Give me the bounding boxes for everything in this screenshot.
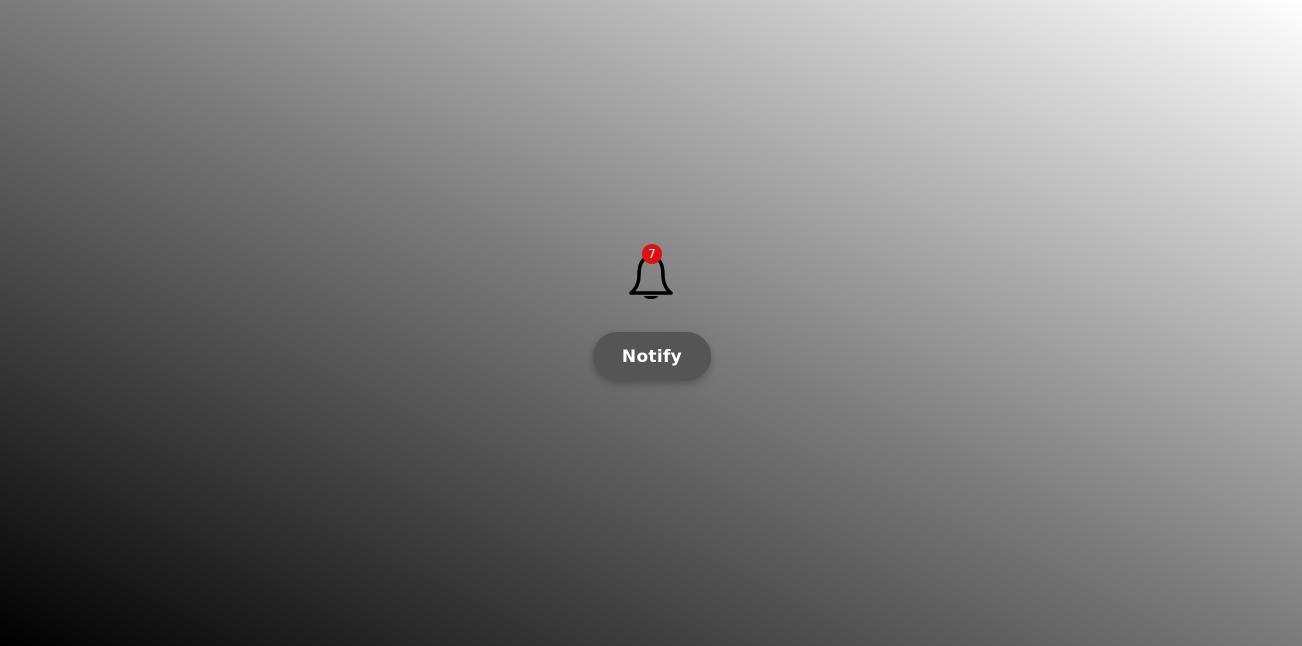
- notify-button[interactable]: Notify: [593, 332, 711, 381]
- notification-count-badge: 7: [642, 244, 662, 264]
- notification-bell[interactable]: 7: [627, 244, 675, 301]
- notification-demo: 7 Notify: [0, 0, 1302, 646]
